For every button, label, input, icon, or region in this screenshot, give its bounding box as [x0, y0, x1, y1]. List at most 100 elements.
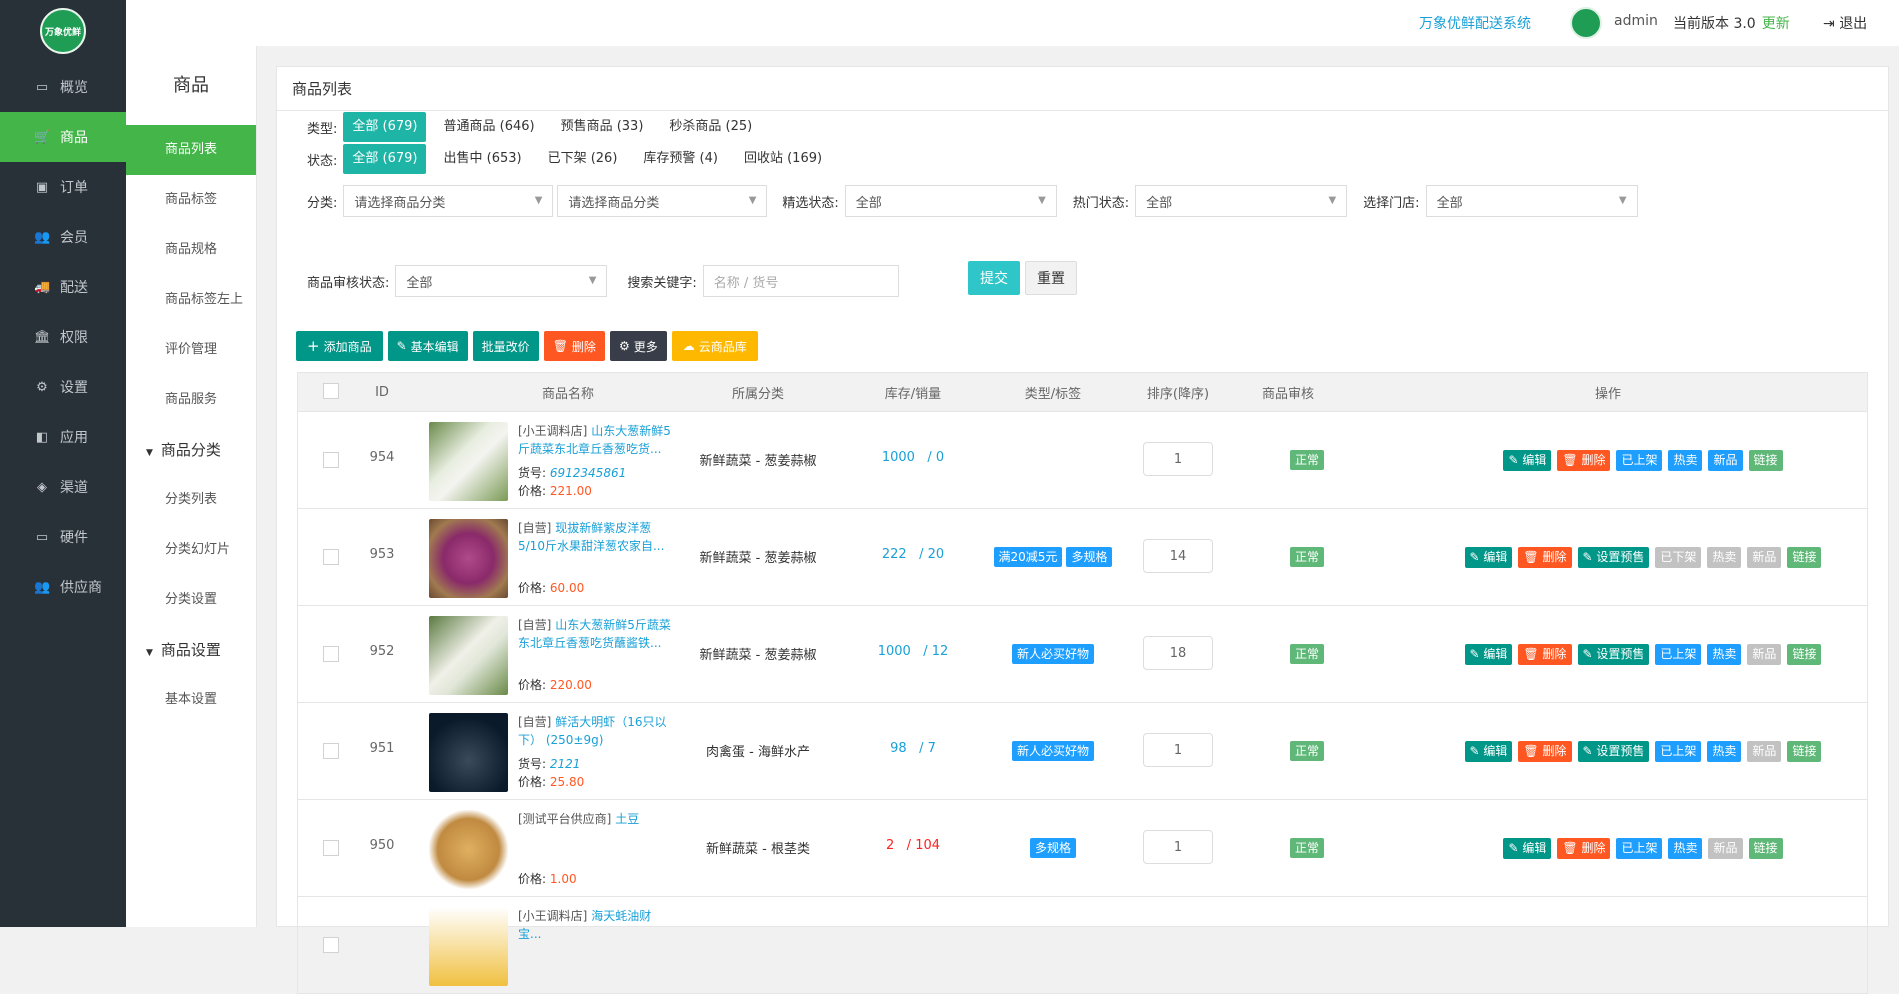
submit-button[interactable]: 提交	[968, 261, 1020, 295]
hot-select[interactable]: 全部 ▼	[1135, 185, 1348, 217]
sidebar-item-0[interactable]: ▭ 概览	[0, 62, 126, 112]
subnav-group-1[interactable]: ▼ 商品分类	[126, 425, 256, 475]
row-action-gray[interactable]: 新品	[1708, 838, 1743, 859]
product-name[interactable]: [小王调料店] 海天蚝油财宝...	[518, 907, 673, 943]
row-checkbox[interactable]	[323, 743, 339, 763]
product-thumbnail[interactable]	[429, 713, 508, 792]
subnav-group2-item-0[interactable]: 基本设置	[126, 675, 256, 725]
row-action-blue[interactable]: 已上架	[1655, 741, 1702, 762]
product-title[interactable]: 土豆	[615, 812, 639, 826]
subnav-item-2[interactable]: 商品规格	[126, 225, 256, 275]
logo[interactable]: 万象优鲜	[0, 0, 126, 62]
sort-input[interactable]: 1	[1143, 830, 1213, 864]
row-action-green[interactable]: 链接	[1748, 450, 1783, 471]
row-action-del[interactable]: 🗑 删除	[1557, 450, 1611, 471]
product-name[interactable]: [自营] 现拔新鲜紫皮洋葱5/10斤水果甜洋葱农家自...	[518, 519, 673, 555]
audit-select[interactable]: 全部 ▼	[395, 265, 608, 297]
row-checkbox[interactable]	[323, 840, 339, 860]
subnav-item-1[interactable]: 商品标签	[126, 175, 256, 225]
product-name[interactable]: [自营] 鲜活大明虾（16只以下） (250±9g)	[518, 713, 673, 749]
subnav-group1-item-2[interactable]: 分类设置	[126, 575, 256, 625]
types-chip-1[interactable]: 普通商品 (646)	[434, 112, 543, 142]
store-select[interactable]: 全部 ▼	[1425, 185, 1638, 217]
row-action-blue[interactable]: 已上架	[1616, 450, 1663, 471]
system-name-link[interactable]: 万象优鲜配送系统	[1419, 13, 1531, 33]
row-checkbox[interactable]	[323, 937, 339, 957]
row-action-blue[interactable]: 热卖	[1668, 838, 1703, 859]
subnav-item-0[interactable]: 商品列表	[126, 125, 256, 175]
row-action-edit[interactable]: ✎ 设置预售	[1577, 644, 1650, 665]
row-action-edit[interactable]: ✎ 编辑	[1464, 547, 1513, 568]
cloud-library-button[interactable]: ☁ 云商品库	[671, 331, 758, 361]
row-action-gray[interactable]: 新品	[1747, 547, 1782, 568]
sidebar-item-8[interactable]: ◈ 渠道	[0, 462, 126, 512]
add-product-button[interactable]: + 添加商品	[296, 331, 383, 361]
row-action-blue[interactable]: 热卖	[1668, 450, 1703, 471]
types-chip-3[interactable]: 秒杀商品 (25)	[660, 112, 761, 142]
select-all-checkbox[interactable]	[323, 383, 339, 403]
sidebar-item-4[interactable]: 🚚 配送	[0, 262, 126, 312]
basic-edit-button[interactable]: ✎ 基本编辑	[387, 331, 468, 361]
product-name[interactable]: [小王调料店] 山东大葱新鲜5斤蔬菜东北章丘香葱吃货...	[518, 422, 673, 458]
sort-input[interactable]: 18	[1143, 636, 1213, 670]
product-name[interactable]: [测试平台供应商] 土豆	[518, 810, 673, 828]
category-select-1[interactable]: 请选择商品分类 ▼	[343, 185, 554, 217]
sidebar-item-7[interactable]: ◧ 应用	[0, 412, 126, 462]
statuses-chip-4[interactable]: 回收站 (169)	[735, 144, 831, 174]
keyword-input[interactable]: 名称 / 货号	[702, 265, 899, 297]
product-thumbnail[interactable]	[429, 616, 508, 695]
row-checkbox[interactable]	[323, 549, 339, 569]
subnav-item-5[interactable]: 商品服务	[126, 375, 256, 425]
sidebar-item-1[interactable]: 🛒 商品	[0, 112, 126, 162]
statuses-chip-1[interactable]: 出售中 (653)	[434, 144, 530, 174]
product-thumbnail[interactable]	[429, 810, 508, 889]
statuses-chip-3[interactable]: 库存预警 (4)	[634, 144, 727, 174]
row-action-gray[interactable]: 已下架	[1655, 547, 1702, 568]
row-action-edit[interactable]: ✎ 设置预售	[1577, 547, 1650, 568]
row-checkbox[interactable]	[323, 646, 339, 666]
sidebar-item-9[interactable]: ▭ 硬件	[0, 512, 126, 562]
row-action-del[interactable]: 🗑 删除	[1518, 547, 1572, 568]
sidebar-item-3[interactable]: 👥 会员	[0, 212, 126, 262]
row-action-blue[interactable]: 热卖	[1707, 644, 1742, 665]
row-action-blue[interactable]: 热卖	[1707, 741, 1742, 762]
subnav-group1-item-1[interactable]: 分类幻灯片	[126, 525, 256, 575]
more-button[interactable]: ⚙ 更多	[609, 331, 667, 361]
row-action-edit[interactable]: ✎ 编辑	[1503, 838, 1552, 859]
row-action-gray[interactable]: 新品	[1747, 741, 1782, 762]
row-action-green[interactable]: 链接	[1787, 644, 1822, 665]
row-action-blue[interactable]: 已上架	[1655, 644, 1702, 665]
sort-input[interactable]: 1	[1143, 733, 1213, 767]
avatar[interactable]	[1570, 7, 1602, 39]
row-action-edit[interactable]: ✎ 编辑	[1464, 644, 1513, 665]
statuses-chip-2[interactable]: 已下架 (26)	[539, 144, 627, 174]
subnav-group1-item-0[interactable]: 分类列表	[126, 475, 256, 525]
types-chip-2[interactable]: 预售商品 (33)	[552, 112, 653, 142]
row-action-green[interactable]: 链接	[1787, 547, 1822, 568]
sidebar-item-2[interactable]: ▣ 订单	[0, 162, 126, 212]
update-link[interactable]: 更新	[1762, 16, 1790, 32]
sidebar-item-10[interactable]: 👥 供应商	[0, 562, 126, 612]
username[interactable]: admin	[1614, 13, 1658, 29]
batch-delete-button[interactable]: 🗑 删除	[543, 331, 605, 361]
product-thumbnail[interactable]	[429, 519, 508, 598]
product-thumbnail[interactable]	[429, 907, 508, 986]
row-action-blue[interactable]: 新品	[1708, 450, 1743, 471]
sidebar-item-5[interactable]: 🏛 权限	[0, 312, 126, 362]
statuses-chip-0[interactable]: 全部 (679)	[343, 144, 427, 174]
sort-input[interactable]: 1	[1143, 442, 1213, 476]
row-action-del[interactable]: 🗑 删除	[1518, 644, 1572, 665]
batch-price-button[interactable]: 批量改价	[472, 331, 539, 361]
sidebar-item-6[interactable]: ⚙ 设置	[0, 362, 126, 412]
reset-button[interactable]: 重置	[1025, 261, 1077, 295]
subnav-item-3[interactable]: 商品标签左上	[126, 275, 256, 325]
product-name[interactable]: [自营] 山东大葱新鲜5斤蔬菜东北章丘香葱吃货蘸酱铁...	[518, 616, 673, 652]
row-action-edit[interactable]: ✎ 设置预售	[1577, 741, 1650, 762]
row-action-gray[interactable]: 新品	[1747, 644, 1782, 665]
types-chip-0[interactable]: 全部 (679)	[343, 112, 427, 142]
product-thumbnail[interactable]	[429, 422, 508, 501]
row-action-gray[interactable]: 热卖	[1707, 547, 1742, 568]
subnav-item-4[interactable]: 评价管理	[126, 325, 256, 375]
row-action-green[interactable]: 链接	[1748, 838, 1783, 859]
category-select-2[interactable]: 请选择商品分类 ▼	[557, 185, 768, 217]
